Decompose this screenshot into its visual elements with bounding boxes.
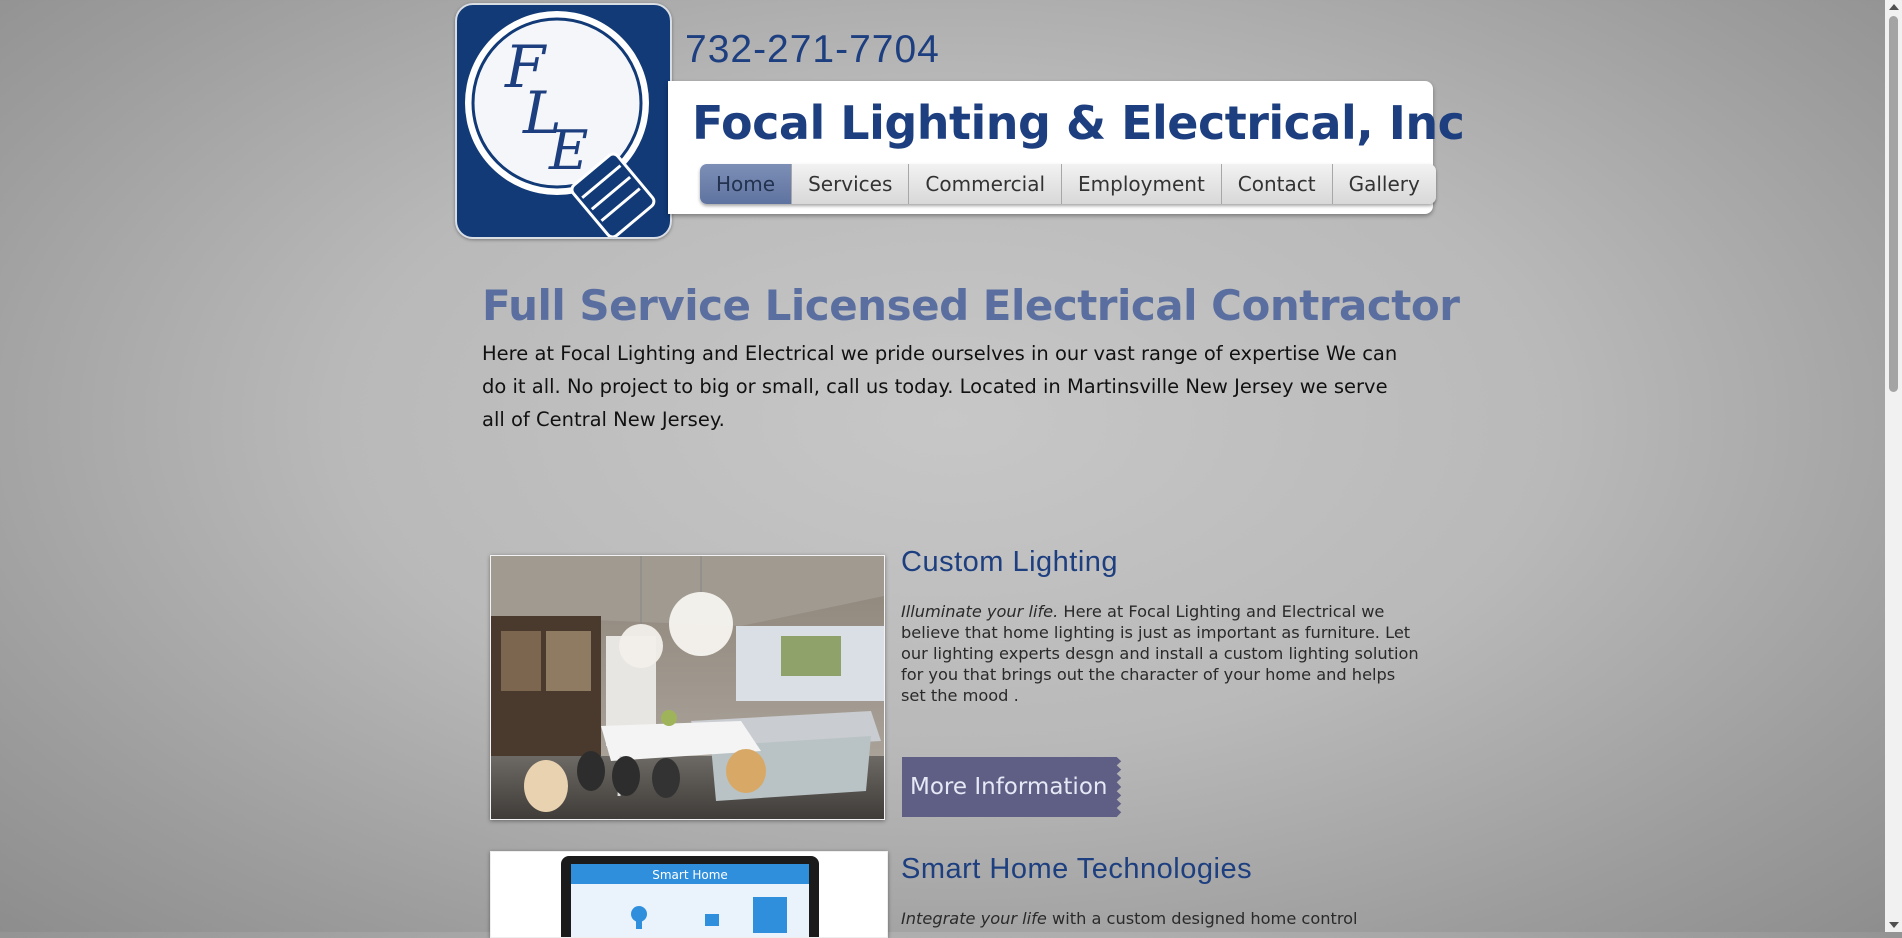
site-title: Focal Lighting & Electrical, Inc bbox=[692, 96, 1465, 150]
tablet-image-icon: Smart Home bbox=[561, 856, 819, 937]
nav-item-gallery[interactable]: Gallery bbox=[1331, 164, 1436, 204]
smart-home-photo: Smart Home bbox=[490, 851, 888, 938]
custom-lighting-lead: Illuminate your life. bbox=[901, 602, 1059, 621]
smart-home-screen-title: Smart Home bbox=[652, 868, 728, 882]
smart-home-body: with a custom designed home control bbox=[1046, 909, 1358, 928]
logo[interactable]: F L E bbox=[455, 3, 672, 239]
logo-letter-e: E bbox=[548, 119, 588, 182]
phone-number[interactable]: 732-271-7704 bbox=[685, 28, 940, 72]
smart-home-text: Integrate your life with a custom design… bbox=[901, 908, 1421, 929]
nav-item-contact[interactable]: Contact bbox=[1220, 164, 1332, 204]
page: F L E 732-271-7704 Focal Lighting & Elec… bbox=[0, 0, 1885, 938]
nav-item-services[interactable]: Services bbox=[791, 164, 908, 204]
custom-lighting-title: Custom Lighting bbox=[901, 546, 1119, 578]
scroll-down-arrow-icon[interactable] bbox=[1889, 922, 1899, 928]
custom-lighting-text: Illuminate your life. Here at Focal Ligh… bbox=[901, 601, 1421, 706]
nav-item-commercial[interactable]: Commercial bbox=[908, 164, 1061, 204]
lightbulb-logo-icon: F L E bbox=[465, 11, 656, 237]
page-headline: Full Service Licensed Electrical Contrac… bbox=[482, 281, 1460, 330]
smart-home-title: Smart Home Technologies bbox=[901, 853, 1253, 885]
more-information-button[interactable]: More Information bbox=[902, 757, 1122, 817]
smart-home-lead: Integrate your life bbox=[901, 909, 1047, 928]
nav-item-employment[interactable]: Employment bbox=[1061, 164, 1221, 204]
dining-room-image-icon bbox=[491, 556, 884, 819]
scrollbar-thumb[interactable] bbox=[1889, 16, 1898, 392]
nav-item-home[interactable]: Home bbox=[700, 164, 792, 204]
custom-lighting-photo bbox=[490, 555, 885, 820]
scroll-up-arrow-icon[interactable] bbox=[1889, 4, 1899, 10]
main-nav: Home Services Commercial Employment Cont… bbox=[700, 164, 1436, 204]
intro-paragraph: Here at Focal Lighting and Electrical we… bbox=[482, 342, 1398, 431]
